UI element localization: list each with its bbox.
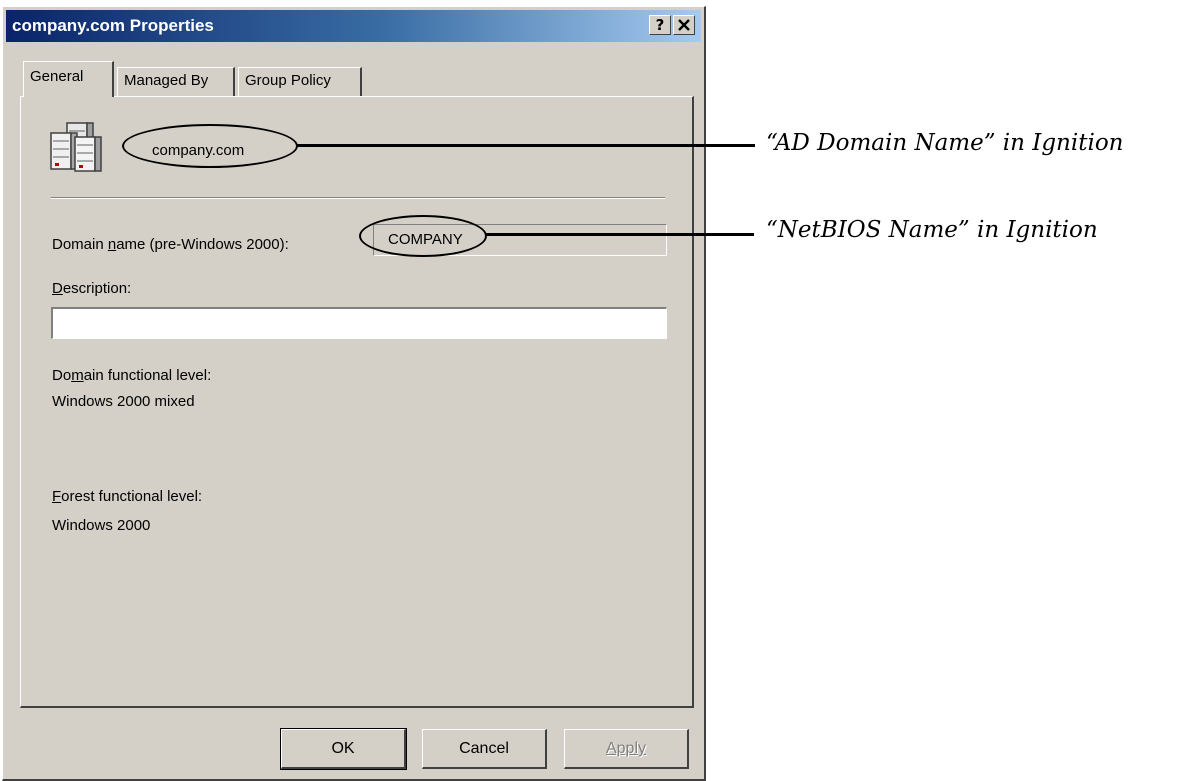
ad-domain-annotation: “AD Domain Name” in Ignition — [766, 130, 1124, 156]
ffl-label-mnemonic: F — [52, 488, 62, 505]
netbios-label-text: Domain — [52, 236, 108, 253]
forest-functional-level-label: Forest functional level: — [52, 488, 202, 505]
apply-button: Apply — [564, 729, 689, 769]
netbios-label-mnemonic: n — [107, 236, 117, 253]
tab-managed-by[interactable]: Managed By — [117, 67, 235, 97]
properties-dialog: company.com Properties ? General Managed… — [2, 6, 706, 781]
cancel-button[interactable]: Cancel — [422, 729, 547, 769]
description-label-text: escription: — [62, 280, 132, 297]
description-label-mnemonic: D — [52, 280, 63, 297]
domain-functional-level-label: Domain functional level: — [52, 367, 211, 384]
domain-functional-level-value: Windows 2000 mixed — [52, 393, 195, 410]
netbios-leader-line — [486, 233, 754, 236]
dfl-label-text: Do — [52, 367, 72, 384]
description-label: Description: — [52, 280, 131, 297]
forest-functional-level-value: Windows 2000 — [52, 517, 151, 534]
title-bar[interactable]: company.com Properties ? — [6, 10, 701, 42]
netbios-label-text-rest: ame (pre-Windows 2000): — [116, 236, 289, 253]
tab-group-policy[interactable]: Group Policy — [238, 67, 362, 97]
help-button[interactable]: ? — [649, 15, 671, 35]
apply-button-label: Apply — [605, 740, 647, 757]
dfl-label-mnemonic: m — [71, 367, 84, 384]
netbios-name-field: COMPANY — [373, 224, 667, 256]
ad-domain-leader-line — [297, 144, 755, 147]
close-button[interactable] — [673, 15, 695, 35]
domain-name-display: company.com — [152, 142, 245, 159]
general-tab-panel: company.com Domain name (pre-Windows 200… — [20, 96, 694, 708]
ok-button[interactable]: OK — [280, 728, 407, 770]
netbios-annotation: “NetBIOS Name” in Ignition — [766, 217, 1098, 243]
ffl-label-text: orest functional level: — [61, 488, 203, 505]
close-icon — [678, 19, 690, 31]
tab-general[interactable]: General — [23, 61, 114, 97]
description-input[interactable] — [51, 307, 667, 339]
netbios-label: Domain name (pre-Windows 2000): — [52, 236, 289, 253]
separator — [51, 197, 665, 199]
server-icon — [50, 122, 102, 172]
window-title: company.com Properties — [12, 16, 214, 35]
dfl-label-text-rest: ain functional level: — [83, 367, 212, 384]
